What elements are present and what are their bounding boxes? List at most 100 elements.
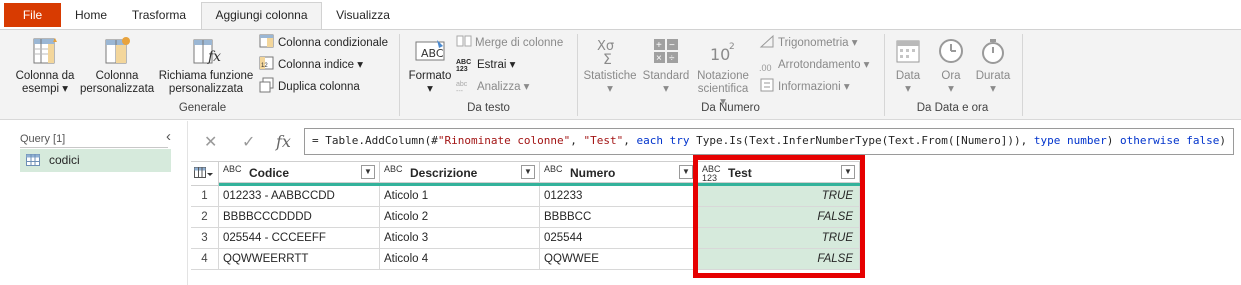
statistiche-button[interactable]: Xσ Σ Statistiche ▾ (581, 36, 639, 96)
format-text-icon: ABC (415, 40, 445, 61)
notazione-scientifica-button[interactable]: 10 2 Notazione scientifica ▾ (694, 36, 752, 109)
column-from-examples-icon (33, 38, 57, 64)
confirm-check-icon[interactable]: ✓ (242, 132, 255, 152)
formula-keyword: otherwise (1120, 134, 1180, 147)
table-cell[interactable]: 012233 - AABBCCDD (219, 186, 380, 207)
table-cell[interactable]: 025544 - CCCEEFF (219, 228, 380, 249)
table-icon (26, 154, 40, 166)
any-type-icon[interactable]: ABC 123 (702, 165, 724, 183)
richiama-funzione-label-1: Richiama funzione (158, 70, 254, 82)
ora-label: Ora (941, 70, 961, 82)
analizza-label: Analizza (477, 81, 521, 93)
column-header-label: Descrizione (410, 166, 478, 180)
table-cell[interactable]: QQWWEERRTT (219, 249, 380, 270)
tab-home[interactable]: Home (68, 3, 114, 30)
table-cell-test[interactable]: FALSE (698, 207, 860, 228)
statistics-sigma-icon: Xσ Σ (597, 39, 614, 66)
row-number[interactable]: 2 (191, 207, 219, 228)
chevron-down-icon: ▾ (520, 81, 530, 93)
colonna-condizionale-button[interactable]: Colonna condizionale (259, 33, 388, 53)
column-header-test[interactable]: ABC 123 Test ▼ (698, 161, 860, 183)
table-cell-test[interactable]: FALSE (698, 249, 860, 270)
informazioni-button[interactable]: Informazioni ▾ (759, 77, 850, 97)
colonna-personalizzata-button[interactable]: Colonna personalizzata (80, 36, 154, 96)
group-label-da-numero: Da Numero (701, 102, 760, 114)
table-cell[interactable]: Aticolo 3 (380, 228, 540, 249)
colonna-condizionale-label: Colonna condizionale (278, 37, 388, 49)
custom-column-icon (105, 37, 130, 64)
merge-colonne-button[interactable]: Merge di colonne (456, 33, 563, 53)
tab-aggiungi-colonna[interactable]: Aggiungi colonna (201, 2, 322, 30)
invoke-function-icon: fx (193, 39, 221, 65)
standard-button[interactable]: + − × ÷ Standard ▾ (640, 36, 692, 96)
table-cell[interactable]: 012233 (540, 186, 698, 207)
filter-dropdown-icon[interactable]: ▼ (521, 165, 535, 179)
text-type-icon[interactable]: ABC (384, 165, 403, 174)
text-type-icon[interactable]: ABC (223, 165, 242, 174)
chevron-down-icon: ▾ (506, 59, 516, 71)
estrai-button[interactable]: ABC 123 Estrai ▾ (456, 55, 515, 75)
informazioni-label: Informazioni (778, 81, 841, 93)
row-number[interactable]: 1 (191, 186, 219, 207)
table-cell-test[interactable]: TRUE (698, 186, 860, 207)
trigonometria-label: Trigonometria (778, 37, 849, 49)
colonna-personalizzata-label-2: personalizzata (80, 83, 155, 95)
calendar-icon (896, 40, 920, 63)
filter-dropdown-icon[interactable]: ▼ (679, 165, 693, 179)
chevron-down-icon: ▾ (948, 83, 954, 95)
colonna-indice-button[interactable]: 12 Colonna indice ▾ (259, 55, 363, 75)
column-header-descrizione[interactable]: ABC Descrizione ▼ (380, 161, 540, 183)
analizza-button[interactable]: abc --- Analizza ▾ (456, 77, 529, 97)
duplica-colonna-button[interactable]: Duplica colonna (259, 77, 360, 97)
parse-icon: abc --- (456, 81, 468, 95)
tab-visualizza[interactable]: Visualizza (330, 3, 396, 30)
table-cell[interactable]: QQWWEE (540, 249, 698, 270)
merge-columns-icon (456, 35, 472, 47)
estrai-label: Estrai (477, 59, 507, 71)
colonna-da-esempi-label-2: esempi (21, 83, 60, 95)
extract-icon: ABC 123 (456, 59, 472, 73)
table-cell[interactable]: Aticolo 2 (380, 207, 540, 228)
text-type-icon[interactable]: ABC (544, 165, 563, 174)
table-menu-icon (194, 167, 213, 178)
column-header-codice[interactable]: ABC Codice ▼ (219, 161, 380, 183)
durata-button[interactable]: Durata ▾ (972, 36, 1014, 96)
trigonometria-button[interactable]: Trigonometria ▾ (759, 33, 858, 53)
svg-text:10: 10 (710, 45, 730, 64)
ora-button[interactable]: Ora ▾ (934, 36, 968, 96)
tab-file[interactable]: File (4, 3, 61, 27)
table-cell[interactable]: 025544 (540, 228, 698, 249)
row-number[interactable]: 3 (191, 228, 219, 249)
tab-trasforma[interactable]: Trasforma (124, 3, 194, 30)
chevron-down-icon: ▾ (354, 59, 364, 71)
data-button[interactable]: Data ▾ (890, 36, 926, 96)
chevron-down-icon: ▾ (848, 37, 858, 49)
query-item-codici[interactable]: codici (20, 149, 171, 172)
filter-dropdown-icon[interactable]: ▼ (361, 165, 375, 179)
cancel-x-icon[interactable]: ✕ (204, 132, 217, 152)
filter-dropdown-icon[interactable]: ▼ (841, 165, 855, 179)
chevron-down-icon: ▾ (607, 83, 613, 95)
table-cell-test[interactable]: TRUE (698, 228, 860, 249)
formula-bar: ✕ ✓ fx = Table.AddColumn(#"Rinominate co… (190, 121, 1241, 161)
table-cell[interactable]: Aticolo 1 (380, 186, 540, 207)
column-header-label: Test (728, 166, 752, 180)
query-pane-title: Query [1] (20, 133, 66, 145)
table-cell[interactable]: Aticolo 4 (380, 249, 540, 270)
grid-table-menu[interactable] (191, 161, 219, 186)
query-pane-divider (20, 147, 168, 148)
table-cell[interactable]: BBBBCC (540, 207, 698, 228)
colonna-da-esempi-button[interactable]: Colonna da esempi ▾ (10, 36, 80, 96)
column-header-numero[interactable]: ABC Numero ▼ (540, 161, 698, 183)
richiama-funzione-button[interactable]: fx Richiama funzione personalizzata (156, 36, 256, 96)
fx-icon[interactable]: fx (276, 132, 291, 151)
arrotondamento-button[interactable]: .00 Arrotondamento ▾ (759, 55, 869, 75)
collapse-chevron-left-icon[interactable]: ‹ (166, 128, 171, 145)
row-number[interactable]: 4 (191, 249, 219, 270)
scientific-notation-icon: 10 2 (710, 42, 735, 64)
formula-input[interactable]: = Table.AddColumn(#"Rinominate colonne",… (304, 128, 1234, 155)
chevron-down-icon: ▾ (860, 59, 870, 71)
table-cell[interactable]: BBBBCCCDDDD (219, 207, 380, 228)
formato-button[interactable]: ABC Formato ▾ (405, 36, 455, 96)
chevron-down-icon: ▾ (663, 83, 669, 95)
